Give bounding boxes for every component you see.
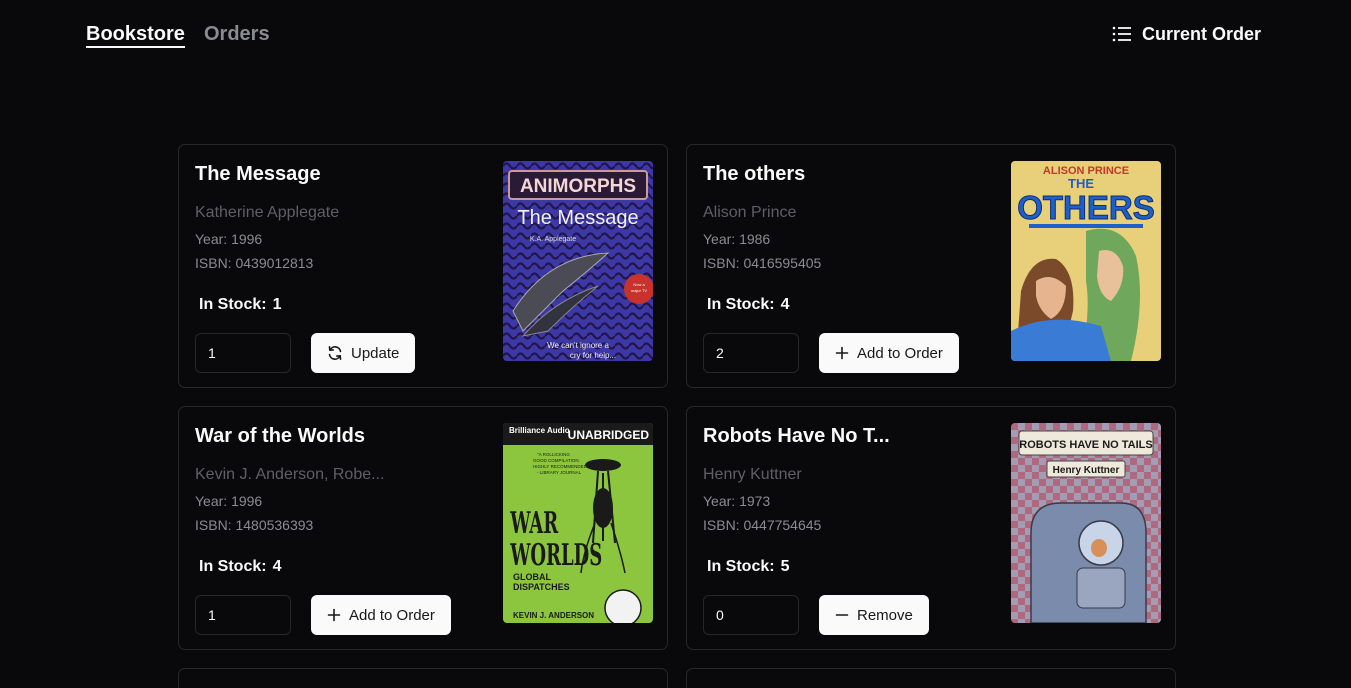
book-title: The others (703, 163, 806, 185)
book-isbn: ISBN: 0439012813 (195, 255, 314, 271)
book-author: Alison Prince (703, 204, 797, 221)
stock-count: 4 (780, 296, 790, 313)
current-order-button[interactable]: Current Order (1112, 22, 1261, 46)
remove-button-label: Remove (857, 606, 913, 624)
stock-info: In Stock: 1 (199, 296, 281, 314)
quantity-input[interactable] (195, 333, 291, 373)
book-cover-image: ROBOTS HAVE NO TAILS Henry Kuttner (1011, 423, 1161, 623)
book-card: War of the Worlds Kevin J. Anderson, Rob… (178, 406, 668, 650)
cover-title: The Message (517, 207, 638, 229)
svg-text:WAR: WAR (509, 505, 558, 540)
book-cover-image: ANIMORPHS The Message K.A. Applegate Now… (503, 161, 653, 361)
add-to-order-label: Add to Order (349, 606, 435, 624)
book-cover-image: ALISON PRINCE THE OTHERS (1011, 161, 1161, 361)
stock-count: 4 (272, 558, 282, 575)
cover-title-line2: OTHERS (1017, 189, 1155, 226)
cover-publisher: Brilliance Audio (509, 426, 570, 435)
svg-text:"A ROLLICKING: "A ROLLICKING (537, 452, 570, 457)
svg-text:Now a: Now a (633, 282, 645, 287)
book-year: Year: 1996 (195, 493, 263, 509)
book-year: Year: 1996 (195, 231, 263, 247)
refresh-icon (328, 345, 342, 360)
add-to-order-label: Add to Order (857, 344, 943, 362)
svg-text:major TV: major TV (631, 288, 647, 293)
book-cover-image: Brilliance Audio UNABRIDGED "A ROLLICKIN… (503, 423, 653, 623)
list-icon (1112, 26, 1131, 42)
book-year: Year: 1973 (703, 493, 771, 509)
cover-brand: ANIMORPHS (520, 176, 636, 197)
nav-orders-link[interactable]: Orders (204, 22, 270, 46)
cover-edition: UNABRIDGED (568, 428, 650, 442)
svg-text:DISPATCHES: DISPATCHES (513, 582, 570, 592)
add-to-order-button[interactable]: Add to Order (819, 333, 959, 373)
quantity-input[interactable] (703, 333, 799, 373)
current-order-label: Current Order (1142, 23, 1262, 44)
svg-text:cry for help...: cry for help... (570, 351, 616, 360)
stock-label: In Stock: (199, 558, 267, 575)
book-author: Kevin J. Anderson, Robe... (195, 466, 385, 483)
book-year: Year: 1986 (703, 231, 771, 247)
quantity-input[interactable] (703, 595, 799, 635)
stock-count: 1 (272, 296, 282, 313)
book-title: Robots Have No T... (703, 425, 890, 447)
stock-label: In Stock: (199, 296, 267, 313)
book-card-partial (686, 668, 1176, 688)
top-navigation: Bookstore Orders Current Order (0, 0, 1351, 70)
svg-text:We can't ignore a: We can't ignore a (547, 341, 609, 350)
book-isbn: ISBN: 0447754645 (703, 517, 822, 533)
book-author: Katherine Applegate (195, 204, 340, 221)
cover-title: ROBOTS HAVE NO TAILS (1019, 439, 1152, 451)
update-button[interactable]: Update (311, 333, 416, 373)
stock-count: 5 (780, 558, 790, 575)
svg-text:HIGHLY RECOMMENDED.": HIGHLY RECOMMENDED." (533, 464, 590, 469)
svg-text:WORLDS: WORLDS (509, 537, 602, 572)
quantity-input[interactable] (195, 595, 291, 635)
stock-info: In Stock: 4 (707, 296, 789, 314)
svg-text:GLOBAL: GLOBAL (513, 572, 551, 582)
cover-editor: KEVIN J. ANDERSON (513, 611, 594, 620)
plus-icon (327, 608, 341, 622)
book-title: The Message (195, 163, 321, 185)
remove-button[interactable]: Remove (819, 595, 929, 635)
book-card: The others Alison Prince Year: 1986 ISBN… (686, 144, 1176, 388)
cover-author: Henry Kuttner (1053, 465, 1120, 476)
book-card: Robots Have No T... Henry Kuttner Year: … (686, 406, 1176, 650)
stock-label: In Stock: (707, 296, 775, 313)
book-isbn: ISBN: 1480536393 (195, 517, 314, 533)
nav-bookstore-link[interactable]: Bookstore (86, 22, 185, 48)
svg-text:- LIBRARY JOURNAL: - LIBRARY JOURNAL (537, 470, 582, 475)
book-isbn: ISBN: 0416595405 (703, 255, 822, 271)
add-to-order-button[interactable]: Add to Order (311, 595, 451, 635)
stock-info: In Stock: 4 (199, 558, 281, 576)
book-author: Henry Kuttner (703, 466, 802, 483)
book-card: The Message Katherine Applegate Year: 19… (178, 144, 668, 388)
plus-icon (835, 346, 849, 360)
update-button-label: Update (351, 344, 400, 362)
book-card-partial (178, 668, 668, 688)
svg-text:GOOD COMPILATION.: GOOD COMPILATION. (533, 458, 580, 463)
cover-author: K.A. Applegate (530, 236, 576, 243)
minus-icon (835, 614, 849, 616)
stock-info: In Stock: 5 (707, 558, 789, 576)
book-title: War of the Worlds (195, 425, 365, 447)
stock-label: In Stock: (707, 558, 775, 575)
